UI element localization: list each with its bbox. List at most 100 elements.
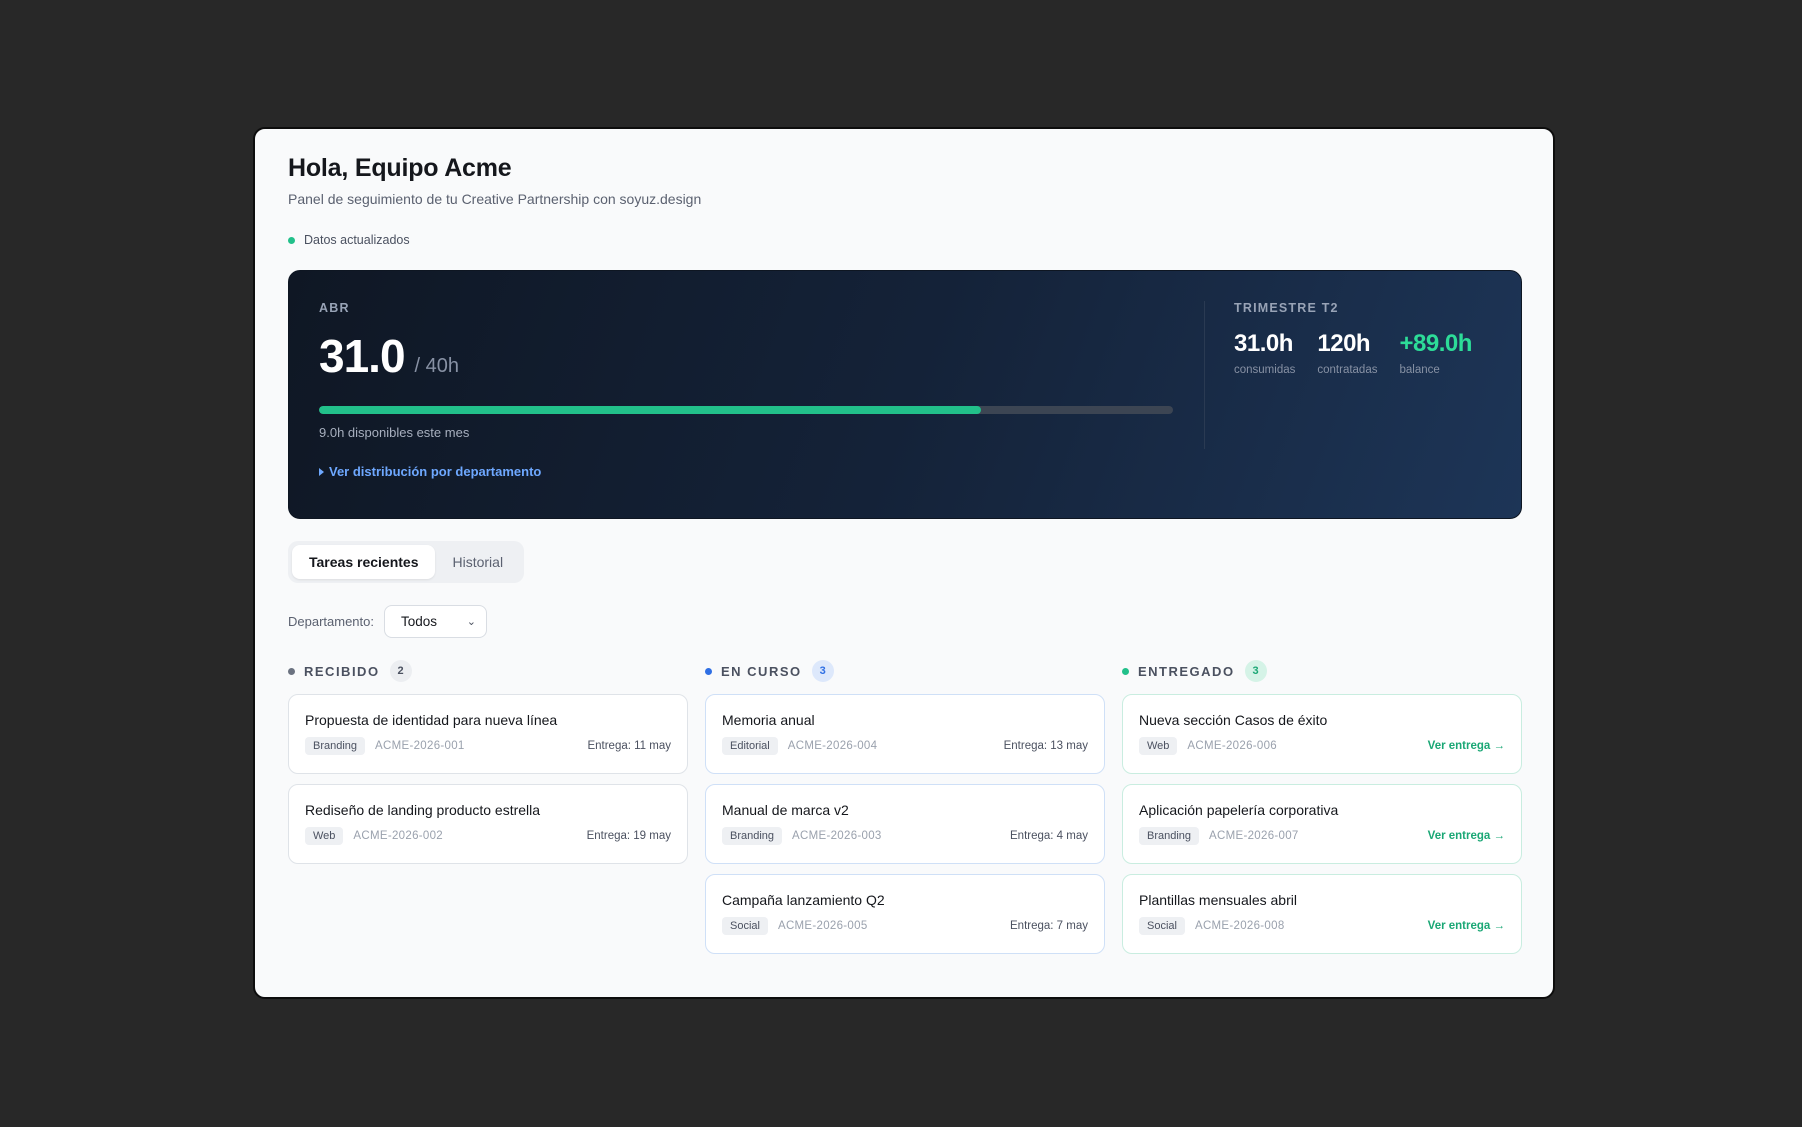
page-title: Hola, Equipo Acme [288, 154, 512, 182]
task-tag: Editorial [722, 737, 778, 755]
quarter-label: TRIMESTRE T2 [1234, 301, 1339, 315]
task-card[interactable]: Plantillas mensuales abril Social ACME-2… [1122, 874, 1522, 954]
task-code: ACME-2026-002 [353, 830, 443, 842]
column-title: EN CURSO [721, 663, 802, 679]
task-title: Rediseño de landing producto estrella [305, 802, 541, 818]
task-meta: Branding ACME-2026-003 Entrega: 4 may [722, 827, 1088, 845]
task-meta: Branding ACME-2026-007 Ver entrega → [1139, 827, 1505, 845]
monthly-hours: ABR 31.0 / 40h 9.0h disponibles este mes… [319, 301, 1173, 479]
kanban-board: RECIBIDO 2 Propuesta de identidad para n… [288, 660, 1522, 964]
task-tag: Web [1139, 737, 1178, 755]
department-breakdown-label: Ver distribución por departamento [329, 464, 542, 479]
department-select-value: Todos [401, 614, 438, 629]
hours-summary-card: ABR 31.0 / 40h 9.0h disponibles este mes… [288, 270, 1522, 519]
column-title: RECIBIDO [304, 663, 380, 679]
status-text: Datos actualizados [304, 233, 410, 247]
task-meta: Social ACME-2026-008 Ver entrega → [1139, 917, 1505, 935]
stat-consumed-label: consumidas [1234, 364, 1296, 377]
view-delivery-link[interactable]: Ver entrega → [1428, 830, 1505, 842]
stat-contracted-label: contratadas [1317, 364, 1378, 377]
column-received: RECIBIDO 2 Propuesta de identidad para n… [288, 660, 688, 964]
chevron-down-icon: ⌄ [466, 616, 476, 628]
dashboard-content: Hola, Equipo Acme Panel de seguimiento d… [288, 151, 1522, 964]
task-due: Entrega: 7 may [1010, 920, 1088, 932]
task-title: Plantillas mensuales abril [1139, 892, 1297, 908]
card-list: Memoria anual Editorial ACME-2026-004 En… [705, 694, 1105, 954]
view-delivery-link[interactable]: Ver entrega → [1428, 740, 1505, 752]
hours-available: 9.0h disponibles este mes [319, 425, 470, 440]
department-filter: Departamento: Todos ⌄ [288, 605, 1522, 638]
month-label: ABR [319, 301, 350, 315]
view-delivery-link[interactable]: Ver entrega → [1428, 920, 1505, 932]
task-tag: Social [722, 917, 768, 935]
task-title: Aplicación papelería corporativa [1139, 802, 1339, 818]
task-code: ACME-2026-005 [777, 920, 868, 932]
task-code: ACME-2026-003 [792, 830, 882, 842]
task-code: ACME-2026-008 [1194, 920, 1285, 932]
caret-right-icon [319, 467, 324, 476]
task-card[interactable]: Manual de marca v2 Branding ACME-2026-00… [705, 784, 1105, 864]
task-due: Entrega: 11 may [587, 740, 671, 752]
task-title: Memoria anual [722, 712, 815, 728]
stat-balance: +89.0h balance [1399, 330, 1472, 377]
column-dot-icon [705, 667, 712, 675]
task-card[interactable]: Rediseño de landing producto estrella We… [288, 784, 688, 864]
divider [1204, 301, 1205, 449]
column-delivered: ENTREGADO 3 Nueva sección Casos de éxito… [1122, 660, 1522, 964]
column-count-badge: 3 [811, 660, 834, 682]
department-filter-label: Departamento: [288, 614, 374, 629]
department-breakdown-link[interactable]: Ver distribución por departamento [319, 464, 1173, 479]
column-header: RECIBIDO 2 [288, 660, 688, 682]
task-code: ACME-2026-001 [375, 740, 465, 752]
tab-history[interactable]: Historial [435, 545, 520, 579]
task-card[interactable]: Memoria anual Editorial ACME-2026-004 En… [705, 694, 1105, 774]
column-in-progress: EN CURSO 3 Memoria anual Editorial ACME-… [705, 660, 1105, 964]
task-code: ACME-2026-007 [1209, 830, 1299, 842]
quarter-summary: TRIMESTRE T2 31.0h consumidas 120h contr… [1234, 301, 1494, 376]
hours-total: / 40h [414, 355, 460, 377]
column-title: ENTREGADO [1138, 663, 1235, 679]
card-list: Nueva sección Casos de éxito Web ACME-20… [1122, 694, 1522, 954]
task-meta: Social ACME-2026-005 Entrega: 7 may [722, 917, 1088, 935]
hours-used: 31.0 [319, 330, 406, 382]
task-card[interactable]: Campaña lanzamiento Q2 Social ACME-2026-… [705, 874, 1105, 954]
task-card[interactable]: Aplicación papelería corporativa Brandin… [1122, 784, 1522, 864]
column-count-badge: 2 [389, 660, 412, 682]
task-meta: Branding ACME-2026-001 Entrega: 11 may [305, 737, 671, 755]
task-due: Entrega: 19 may [586, 830, 671, 842]
task-title: Manual de marca v2 [722, 802, 849, 818]
column-count-badge: 3 [1244, 660, 1267, 682]
task-tag: Branding [722, 827, 783, 845]
dashboard-window: Hola, Equipo Acme Panel de seguimiento d… [253, 127, 1555, 999]
status-indicator: Datos actualizados [288, 233, 1522, 247]
stat-contracted: 120h contratadas [1317, 330, 1378, 377]
task-tag: Branding [1139, 827, 1200, 845]
task-title: Propuesta de identidad para nueva línea [305, 712, 558, 728]
tab-recent-tasks[interactable]: Tareas recientes [292, 545, 436, 579]
task-title: Campaña lanzamiento Q2 [722, 892, 885, 908]
stat-balance-value: +89.0h [1399, 330, 1472, 357]
task-meta: Web ACME-2026-002 Entrega: 19 may [305, 827, 671, 845]
task-card[interactable]: Nueva sección Casos de éxito Web ACME-20… [1122, 694, 1522, 774]
stat-consumed: 31.0h consumidas [1234, 330, 1296, 377]
department-select[interactable]: Todos ⌄ [384, 605, 487, 638]
status-dot-icon [288, 236, 295, 244]
task-due: Entrega: 4 may [1010, 830, 1088, 842]
task-title: Nueva sección Casos de éxito [1139, 712, 1328, 728]
task-meta: Web ACME-2026-006 Ver entrega → [1139, 737, 1505, 755]
tab-bar: Tareas recientes Historial [288, 541, 525, 583]
task-card[interactable]: Propuesta de identidad para nueva línea … [288, 694, 688, 774]
task-code: ACME-2026-006 [1187, 740, 1277, 752]
task-tag: Branding [305, 737, 366, 755]
column-header: EN CURSO 3 [705, 660, 1105, 682]
task-due: Entrega: 13 may [1003, 740, 1088, 752]
page-subtitle: Panel de seguimiento de tu Creative Part… [288, 191, 702, 207]
monthly-usage: 31.0 / 40h [319, 333, 1173, 379]
task-code: ACME-2026-004 [787, 740, 878, 752]
hours-progress-bar [319, 406, 1173, 414]
stat-balance-label: balance [1399, 364, 1440, 377]
hours-progress-fill [319, 406, 981, 414]
stat-consumed-value: 31.0h [1234, 330, 1293, 357]
task-meta: Editorial ACME-2026-004 Entrega: 13 may [722, 737, 1088, 755]
column-dot-icon [288, 667, 295, 675]
